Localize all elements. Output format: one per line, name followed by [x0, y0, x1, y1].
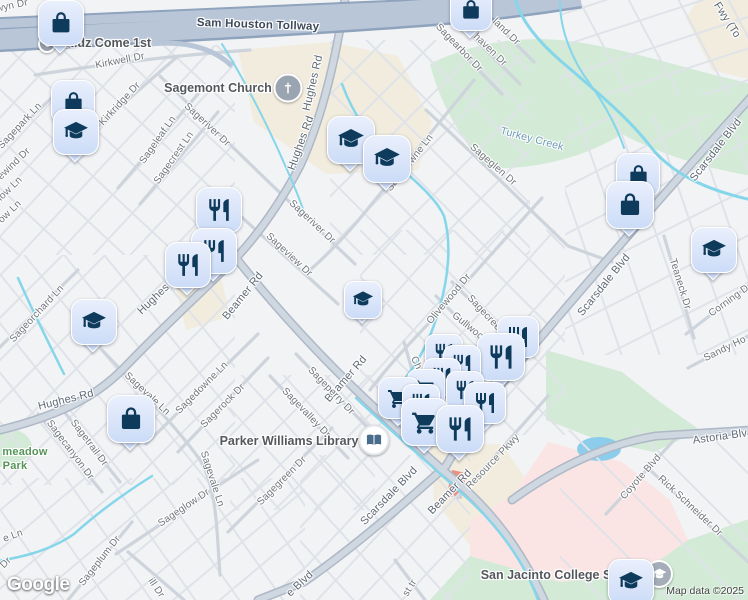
shopping-bag-icon	[117, 405, 145, 433]
church-icon[interactable]	[273, 73, 303, 103]
google-logo[interactable]: Google	[7, 574, 70, 596]
graduation-cap-icon	[373, 145, 401, 173]
restaurant-icon	[206, 197, 232, 223]
shopping-marker[interactable]	[107, 395, 155, 451]
shopping-marker[interactable]	[606, 181, 654, 237]
shopping-marker[interactable]	[38, 0, 84, 54]
shopping-cart-icon	[411, 408, 439, 436]
shopping-marker[interactable]	[450, 0, 492, 38]
library-icon[interactable]	[358, 424, 390, 456]
graduation-cap-icon	[618, 569, 644, 595]
shopping-bag-icon	[459, 0, 483, 22]
graduation-cap-icon	[63, 119, 89, 145]
restaurant-marker[interactable]	[196, 187, 242, 241]
restaurant-marker[interactable]	[165, 242, 211, 296]
restaurant-marker[interactable]	[436, 405, 484, 461]
shopping-bag-icon	[48, 10, 74, 36]
restaurant-icon	[175, 252, 201, 278]
restaurant-marker[interactable]	[477, 333, 525, 389]
school-marker[interactable]	[53, 109, 99, 163]
school-marker[interactable]	[608, 559, 654, 600]
school-marker[interactable]	[363, 135, 411, 191]
map-attribution: Map data ©2025	[666, 585, 744, 597]
school-marker[interactable]	[691, 227, 737, 281]
shopping-bag-icon	[616, 191, 644, 219]
graduation-cap-icon	[701, 237, 727, 263]
map-viewport[interactable]: Sam Houston Tollway wyn Dr Kirkwell Dr Kirk…	[0, 0, 748, 600]
school-marker[interactable]	[344, 281, 382, 325]
school-marker[interactable]	[71, 299, 117, 353]
restaurant-icon	[487, 343, 515, 371]
graduation-cap-icon	[352, 289, 374, 311]
graduation-cap-icon	[81, 309, 107, 335]
graduation-cap-icon	[337, 126, 365, 154]
restaurant-icon	[446, 415, 474, 443]
